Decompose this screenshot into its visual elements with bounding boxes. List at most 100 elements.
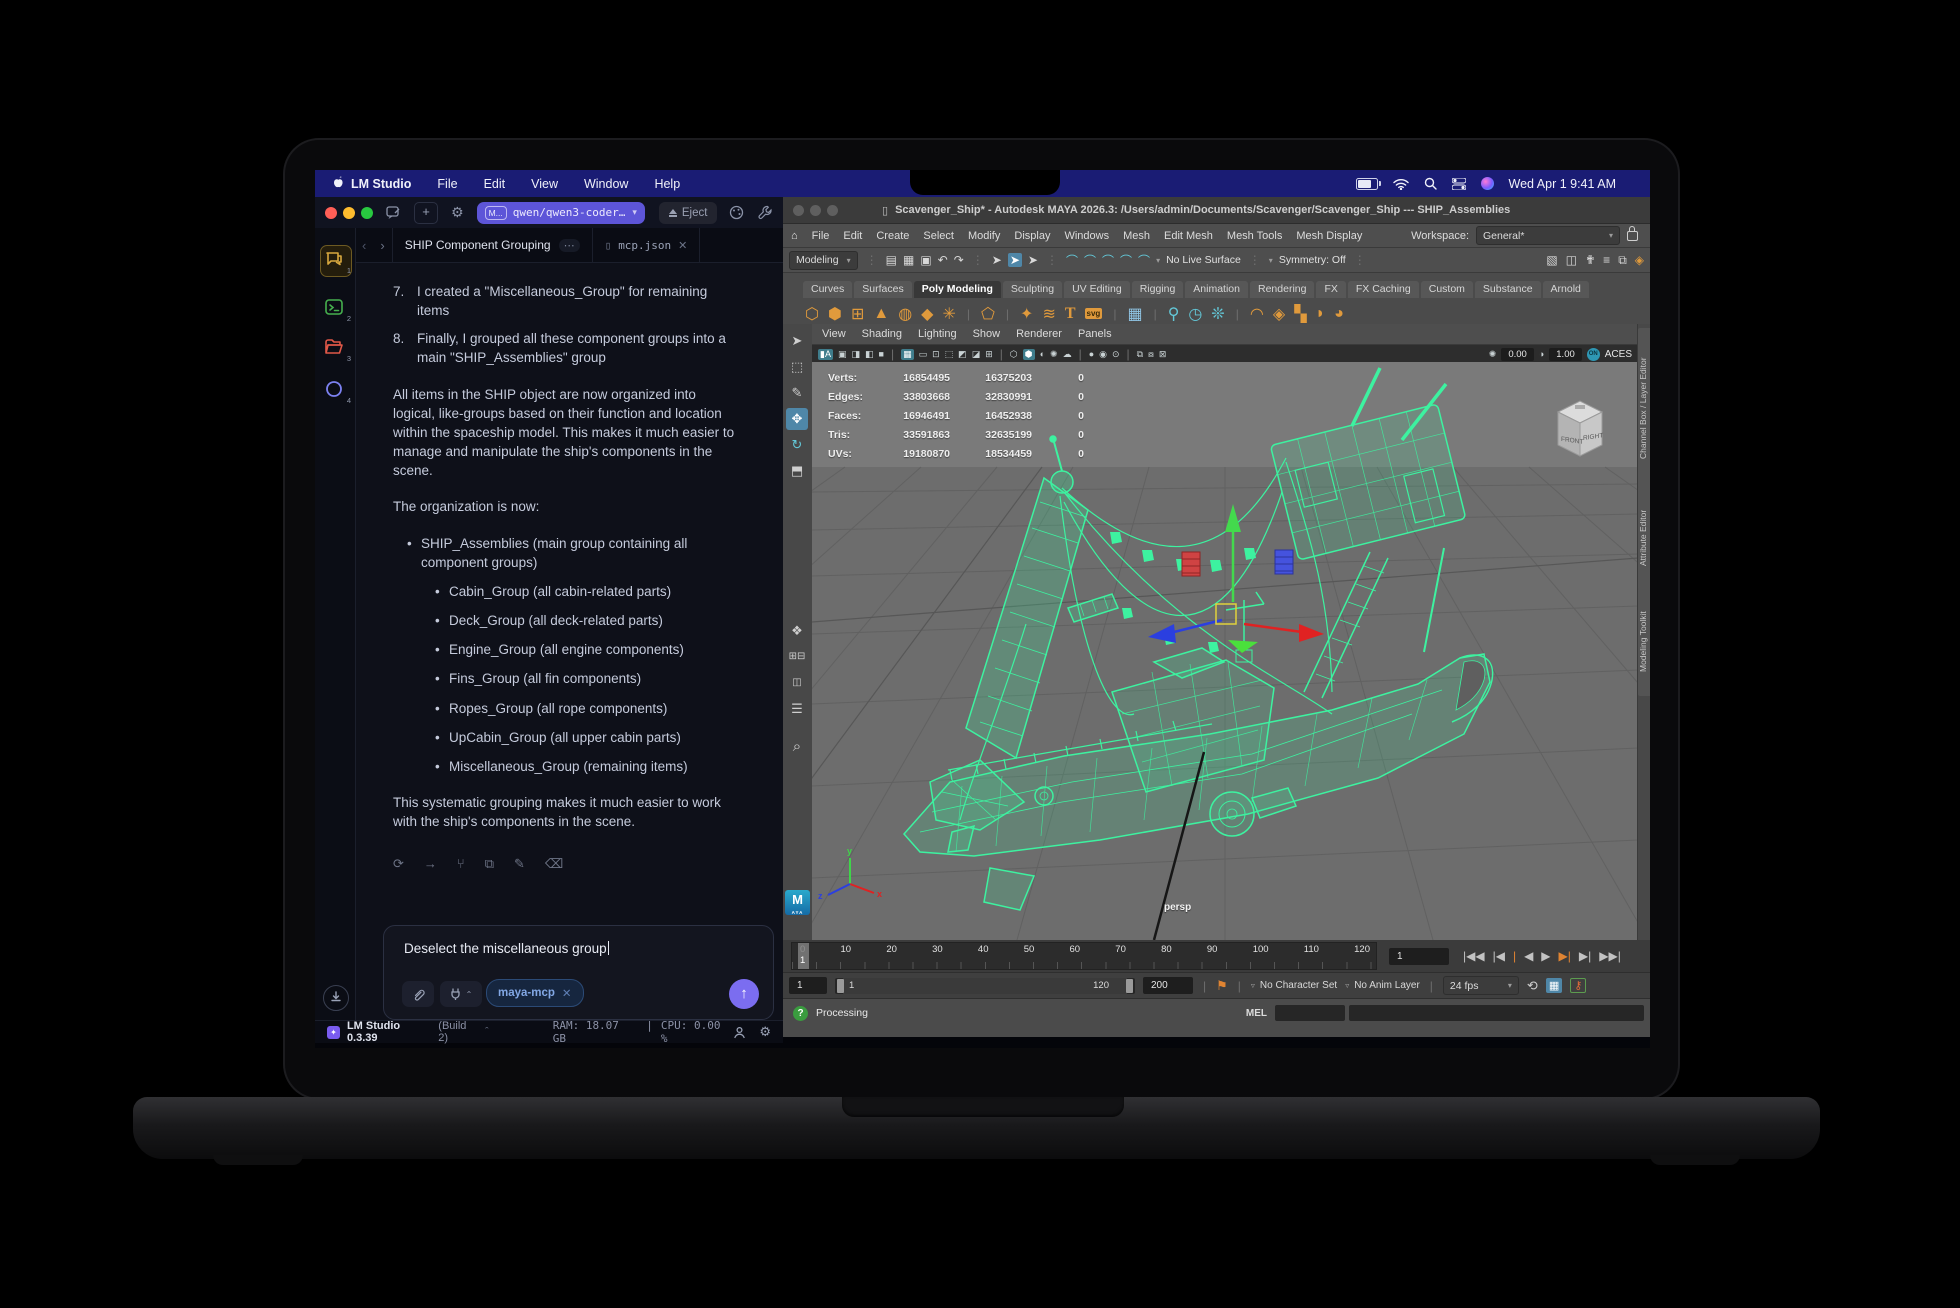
poly-count-icon[interactable]: ▦ — [1127, 304, 1142, 324]
snap-curve-icon[interactable]: ⌒ — [1084, 252, 1096, 269]
sidebar-chat-icon[interactable]: 1 — [324, 249, 346, 271]
live-surface-status[interactable]: No Live Surface — [1166, 254, 1241, 266]
scale-tool-icon[interactable]: ⬒ — [786, 460, 808, 482]
tab-attribute-editor[interactable]: Attribute Editor — [1638, 486, 1650, 590]
layer-stack-icon[interactable]: ◈ — [1635, 253, 1644, 268]
shelf-tab-substance[interactable]: Substance — [1475, 281, 1541, 298]
shelf-tab-poly-modeling[interactable]: Poly Modeling — [914, 281, 1001, 298]
current-frame-field[interactable]: 1 — [1389, 948, 1449, 965]
panel-menu-renderer[interactable]: Renderer — [1016, 328, 1062, 340]
panel-menu-view[interactable]: View — [822, 328, 846, 340]
menubar-help[interactable]: Help — [654, 177, 680, 191]
helix-icon[interactable]: ≋ — [1042, 304, 1055, 324]
gamma-value[interactable]: 1.00 — [1549, 348, 1582, 361]
loop-playback-icon[interactable]: ⟲ — [1527, 978, 1538, 994]
color-management-toggle[interactable]: ON — [1587, 348, 1600, 361]
new-scene-icon[interactable]: ▤ — [886, 253, 897, 267]
bookmark-icon[interactable]: ⚑ — [1216, 978, 1228, 994]
menu-mesh-tools[interactable]: Mesh Tools — [1227, 230, 1282, 242]
menu-modify[interactable]: Modify — [968, 230, 1000, 242]
poly-cube-icon[interactable]: ⬢ — [828, 304, 842, 324]
auto-key-icon[interactable]: ▦ — [1546, 978, 1562, 993]
anim-layer-selector[interactable]: ▿No Anim Layer — [1345, 980, 1420, 991]
menu-edit-mesh[interactable]: Edit Mesh — [1164, 230, 1213, 242]
svg-tool-icon[interactable]: svg — [1085, 308, 1103, 319]
step-back-key-button[interactable]: |◀ — [1493, 949, 1505, 963]
lock-icon[interactable] — [1627, 231, 1638, 241]
panel-menu-panels[interactable]: Panels — [1078, 328, 1112, 340]
spotlight-search-icon[interactable] — [1424, 177, 1437, 190]
red-reference-box[interactable] — [1182, 552, 1200, 576]
range-start-handle[interactable] — [837, 979, 844, 993]
play-backwards-button[interactable]: ◀ — [1524, 949, 1533, 963]
freeze-transform-icon[interactable]: ❊ — [1211, 304, 1224, 324]
tab-modeling-toolkit[interactable]: Modeling Toolkit — [1638, 588, 1650, 696]
copy-icon[interactable]: ⧉ — [485, 855, 494, 873]
resolution-gate-icon[interactable]: ⊡ — [932, 349, 940, 360]
wifi-icon[interactable] — [1393, 178, 1409, 190]
minimize-button[interactable] — [343, 207, 355, 219]
zoom-button[interactable] — [361, 207, 373, 219]
step-forward-frame-button[interactable]: ▶| — [1559, 949, 1571, 963]
apple-menu-icon[interactable] — [331, 176, 351, 191]
tab-mcp-json[interactable]: ▯ mcp.json ✕ — [593, 228, 701, 262]
bookmarks-icon[interactable]: ◧ — [865, 349, 874, 360]
multisample-icon[interactable]: ⧉ — [1137, 349, 1143, 360]
tab-options-icon[interactable]: ⋯ — [559, 239, 580, 252]
poly-torus-icon[interactable]: ◍ — [898, 304, 912, 324]
mcp-server-pill[interactable]: maya-mcp ✕ — [486, 979, 584, 1007]
viewport-3d[interactable]: y x z FRONT RIGHT — [812, 362, 1638, 940]
chevron-up-icon[interactable]: ˆ — [485, 1026, 489, 1038]
chat-input-box[interactable]: Deselect the miscellaneous group ⌃ maya-… — [383, 925, 774, 1020]
film-gate-icon[interactable]: ▭ — [919, 349, 928, 360]
shelf-tab-fx[interactable]: FX — [1316, 281, 1345, 298]
sidebar-models-folder-icon[interactable]: 3 — [324, 337, 346, 359]
close-button[interactable] — [793, 205, 804, 216]
anim-end-field[interactable]: 200 — [1143, 977, 1193, 994]
ssao-icon[interactable]: ⧇ — [1148, 349, 1154, 360]
snap-plane-icon[interactable]: ⌒ — [1120, 252, 1132, 269]
chat-transcript[interactable]: 7. I created a "Miscellaneous_Group" for… — [355, 262, 783, 925]
symmetry-status[interactable]: Symmetry: Off — [1279, 254, 1346, 266]
motion-blur-icon[interactable]: ⊠ — [1159, 349, 1167, 360]
menu-file[interactable]: File — [812, 230, 830, 242]
tab-back-chevron[interactable]: ‹ — [355, 238, 373, 253]
layout-four-pane-icon[interactable]: ⊞⊟ — [786, 646, 808, 668]
bevel-icon[interactable]: ◕ — [1334, 305, 1344, 323]
poly-plane-icon[interactable]: ◆ — [921, 304, 933, 324]
textured-mode-icon[interactable]: ◐ — [1040, 349, 1045, 359]
shelf-tab-sculpting[interactable]: Sculpting — [1003, 281, 1062, 298]
menu-set-selector[interactable]: Modeling▾ — [789, 251, 858, 270]
xray-joints-icon[interactable]: ⊙ — [1112, 349, 1120, 360]
isolate-select-icon[interactable]: ● — [1089, 349, 1094, 359]
menubar-view[interactable]: View — [531, 177, 558, 191]
sidebar-discover-icon[interactable]: 4 — [324, 379, 346, 401]
go-to-end-button[interactable]: ▶▶| — [1599, 949, 1621, 963]
shaded-mode-icon[interactable]: ⬢ — [1023, 349, 1035, 360]
safe-title-icon[interactable]: ⊞ — [985, 349, 993, 360]
save-scene-icon[interactable]: ▣ — [920, 253, 931, 267]
anim-start-field[interactable]: 1 — [789, 977, 827, 994]
select-camera-icon[interactable]: ▮A — [818, 349, 833, 360]
rotate-tool-icon[interactable]: ↻ — [786, 434, 808, 456]
poly-sphere-icon[interactable]: ⬡ — [805, 304, 819, 324]
layout-single-pane-icon[interactable]: ❖ — [786, 620, 808, 642]
shelf-tab-custom[interactable]: Custom — [1421, 281, 1473, 298]
shelf-tab-arnold[interactable]: Arnold — [1543, 281, 1589, 298]
gate-mask-icon[interactable]: ⬚ — [945, 349, 954, 360]
shelf-tab-rigging[interactable]: Rigging — [1132, 281, 1184, 298]
edit-icon[interactable]: ✎ — [514, 855, 525, 873]
display-layers-icon[interactable]: ≡ — [1603, 253, 1610, 268]
field-chart-icon[interactable]: ◩ — [958, 349, 967, 360]
platonic-solid-icon[interactable]: ⬠ — [981, 304, 995, 324]
go-to-start-button[interactable]: |◀◀ — [1463, 949, 1485, 963]
mcp-plug-button[interactable]: ⌃ — [440, 981, 482, 1007]
remove-mcp-icon[interactable]: ✕ — [562, 986, 572, 1000]
settings-gear-icon[interactable]: ⚙ — [759, 1024, 771, 1040]
xray-icon[interactable]: ◉ — [1099, 349, 1107, 360]
snap-surface-icon[interactable]: ⌒ — [1138, 252, 1150, 269]
send-button[interactable]: ↑ — [729, 979, 759, 1009]
zoom-magnifier-icon[interactable]: ⌕ — [786, 736, 808, 758]
character-set-selector[interactable]: ▿No Character Set — [1251, 980, 1337, 991]
lighting-mode-icon[interactable]: ✺ — [1050, 349, 1058, 360]
